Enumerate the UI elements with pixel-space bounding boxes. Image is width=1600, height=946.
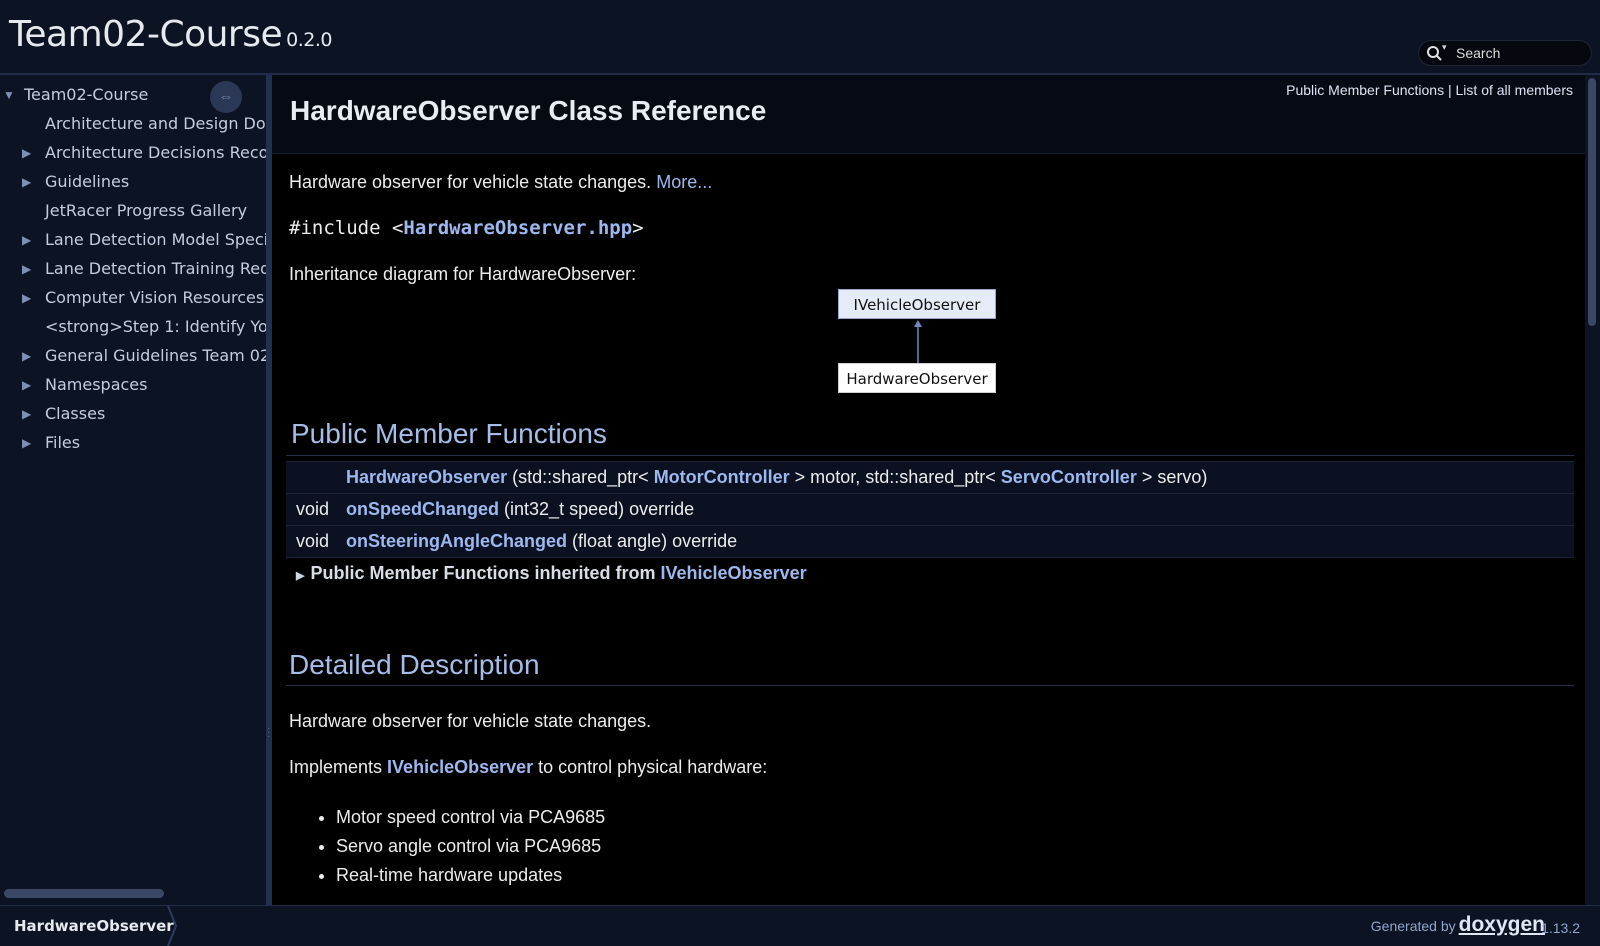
sync-toggle-button[interactable]: ⇔ [210,81,242,113]
detailed-description-header: Detailed Description [289,649,540,680]
member-row: HardwareObserver (std::shared_ptr< Motor… [286,461,1574,493]
section-rule [286,685,1574,686]
servocontroller-link[interactable]: ServoController [1001,467,1137,487]
brief-text: Hardware observer for vehicle state chan… [289,172,652,192]
nav-item-lane-detection-model[interactable]: Lane Detection Model Specifi [45,228,266,252]
implements-suffix: to control physical hardware: [533,757,768,777]
collapsed-arrow-icon[interactable]: ▶ [22,402,31,426]
member-args: > motor, std::shared_ptr< [789,467,1001,487]
member-signature: HardwareObserver (std::shared_ptr< Motor… [346,462,1207,493]
inheritance-arrow [914,320,922,363]
summary-separator: | [1447,82,1452,98]
nav-item-guidelines[interactable]: Guidelines [45,170,129,194]
feature-list: Motor speed control via PCA9685 Servo an… [316,803,605,890]
collapsed-arrow-icon[interactable]: ▶ [22,170,31,194]
content-scrollbar-thumb[interactable] [1588,78,1596,326]
doxygen-logo-link[interactable]: doxygen [1459,913,1545,936]
page-title: HardwareObserver Class Reference [290,95,767,126]
member-args: (float angle) override [572,531,738,551]
generated-by-text: Generated by [1370,918,1456,934]
collapsed-arrow-icon[interactable]: ▶ [22,257,31,281]
brief-description: Hardware observer for vehicle state chan… [289,172,712,193]
inheritance-label: Inheritance diagram for HardwareObserver… [289,264,637,284]
implements-line: Implements IVehicleObserver to control p… [289,757,767,778]
member-args: (std::shared_ptr< [512,467,654,487]
member-row: void onSpeedChanged (int32_t speed) over… [286,493,1574,525]
member-type: void [296,499,330,519]
list-all-members-link[interactable]: List of all members [1456,82,1573,98]
nav-tree: ▼ Team02-Course ⇔ Architecture and Desig… [0,75,266,905]
implements-prefix: Implements [289,757,388,777]
nav-root-item[interactable]: Team02-Course [24,83,148,107]
top-header: Team02-Course 0.2.0 ▾ [0,0,1600,75]
collapsed-arrow-icon[interactable]: ▶ [22,286,31,310]
diagram-derived-class: HardwareObserver [838,363,996,393]
main-content: Public Member Functions | List of all me… [272,75,1585,905]
nav-item-classes[interactable]: Classes [45,402,105,426]
include-prefix: #include < [289,217,404,239]
nav-item-computer-vision[interactable]: Computer Vision Resources [45,286,264,310]
expand-triangle-icon[interactable]: ▶ [296,570,304,582]
member-row: void onSteeringAngleChanged (float angle… [286,525,1574,558]
member-args: (int32_t speed) override [504,499,695,519]
include-line: #include <HardwareObserver.hpp> [289,217,644,239]
nav-item-architecture-decisions[interactable]: Architecture Decisions Recor [45,141,266,165]
nav-item-architecture-design-doc[interactable]: Architecture and Design Doc [45,112,266,136]
member-link-onspeedchanged[interactable]: onSpeedChanged [346,499,499,519]
list-item: Real-time hardware updates [336,861,605,890]
collapsed-arrow-icon[interactable]: ▶ [22,344,31,368]
public-member-functions-link[interactable]: Public Member Functions [1286,82,1444,98]
sidebar-hscroll-thumb[interactable] [4,889,164,898]
member-signature: onSteeringAngleChanged (float angle) ove… [346,526,737,557]
search-input[interactable] [1456,44,1586,62]
motorcontroller-link[interactable]: MotorController [654,467,790,487]
resize-grip-icon[interactable]: · · · [267,724,270,742]
inherited-label: Public Member Functions inherited from [310,563,661,583]
ivehicleobserver-link[interactable]: IVehicleObserver [661,563,807,583]
expanded-arrow-icon[interactable]: ▼ [3,83,15,107]
more-link[interactable]: More... [656,172,712,192]
footer-nav: HardwareObserver Generated by doxygen 1.1… [0,905,1600,946]
collapsed-arrow-icon[interactable]: ▶ [22,228,31,252]
nav-item-jetracer-gallery[interactable]: JetRacer Progress Gallery [45,199,247,223]
nav-item-step-1[interactable]: <strong>Step 1: Identify You [45,315,266,339]
search-options-caret-icon[interactable]: ▾ [1442,42,1447,53]
collapsed-arrow-icon[interactable]: ▶ [22,431,31,455]
doxygen-version: 1.13.2 [1541,920,1580,936]
generated-by: Generated by doxygen [1371,913,1548,937]
breadcrumb-item[interactable]: HardwareObserver [0,906,188,946]
project-title: Team02-Course 0.2.0 [9,14,332,55]
project-version: 0.2.0 [286,29,332,51]
public-functions-header: Public Member Functions [291,418,607,449]
detailed-brief: Hardware observer for vehicle state chan… [289,711,652,731]
breadcrumb-separator-icon [167,906,178,946]
nav-item-general-guidelines[interactable]: General Guidelines Team 02 [45,344,266,368]
project-name: Team02-Course [9,14,283,55]
member-signature: onSpeedChanged (int32_t speed) override [346,494,694,525]
member-args: > servo) [1136,467,1208,487]
include-suffix: > [632,217,644,239]
collapsed-arrow-icon[interactable]: ▶ [22,141,31,165]
title-area: Public Member Functions | List of all me… [272,75,1585,154]
sync-arrows-icon: ⇔ [218,88,234,105]
member-link-onsteeringanglechanged[interactable]: onSteeringAngleChanged [346,531,567,551]
nav-item-lane-detection-training[interactable]: Lane Detection Training Requ [45,257,266,281]
include-file-link[interactable]: HardwareObserver.hpp [403,217,632,239]
list-item: Servo angle control via PCA9685 [336,832,605,861]
diagram-base-class[interactable]: IVehicleObserver [838,289,996,319]
implements-link[interactable]: IVehicleObserver [387,757,533,777]
search-box[interactable]: ▾ [1418,40,1592,66]
member-link-hardwareobserver[interactable]: HardwareObserver [346,467,507,487]
member-type: void [296,531,330,551]
collapsed-arrow-icon[interactable]: ▶ [22,373,31,397]
section-rule [286,455,1574,456]
summary-links: Public Member Functions | List of all me… [1286,82,1573,98]
list-item: Motor speed control via PCA9685 [336,803,605,832]
nav-item-namespaces[interactable]: Namespaces [45,373,147,397]
nav-item-files[interactable]: Files [45,431,80,455]
inherited-members-toggle[interactable]: ▶ Public Member Functions inherited from … [296,563,807,584]
